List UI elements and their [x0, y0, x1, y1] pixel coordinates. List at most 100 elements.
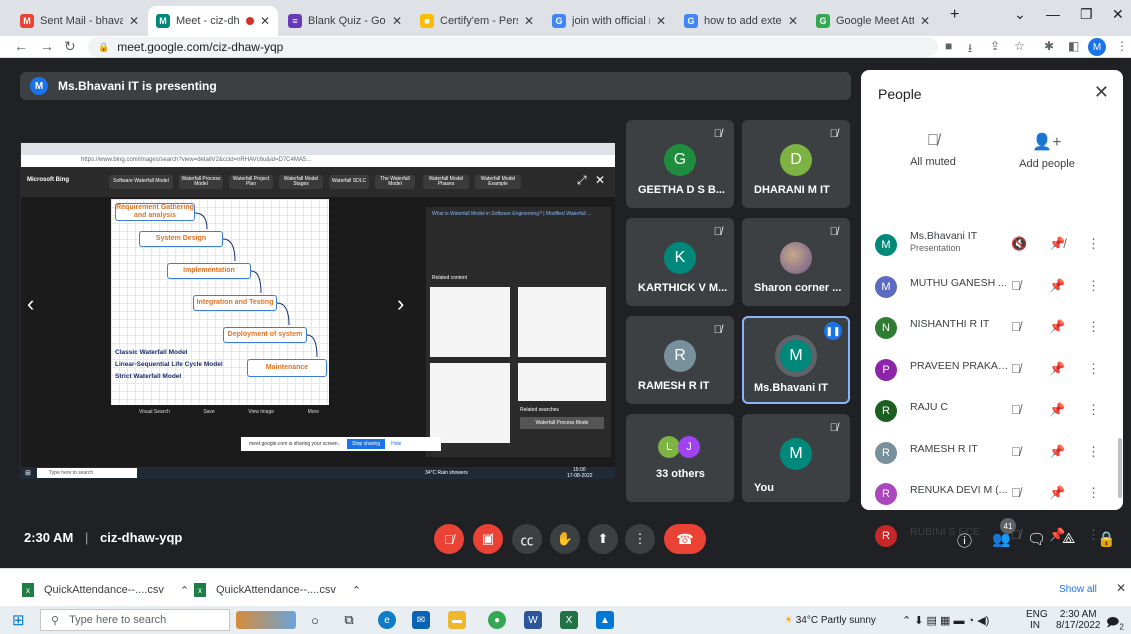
present-button[interactable]: ⬆ [588, 524, 618, 554]
participant-tile[interactable]: 🎙̸ G GEETHA D S B... [626, 120, 734, 208]
all-muted-button[interactable]: 🎙̸ All muted [888, 132, 978, 168]
shared-screen[interactable]: https://www.bing.com/images/search?view=… [20, 142, 615, 479]
taskbar-clock[interactable]: 2:30 AM 8/17/2022 [1056, 609, 1101, 631]
tab-join-official-mail[interactable]: G join with official mail ✕ [544, 6, 674, 36]
download-icon[interactable]: ⭳ [968, 39, 972, 60]
people-list-row[interactable]: P PRAVEEN PRAKAS... 🎙̸ 📌 ⋮ [861, 351, 1123, 392]
more-options-icon[interactable]: ⋮ [1087, 278, 1100, 294]
share-icon[interactable]: ⇪ [990, 39, 1000, 53]
previous-slide-icon[interactable]: ‹ [27, 291, 34, 317]
camera-toggle-button[interactable]: ▣̸ [473, 524, 503, 554]
extensions-icon[interactable]: ✱ [1044, 39, 1054, 53]
camera-indicator-icon[interactable]: ■ [945, 39, 952, 53]
tab-certifyem[interactable]: ■ Certify'em - Personal ✕ [412, 6, 542, 36]
chat-icon[interactable]: 🗨 [1027, 530, 1046, 548]
close-icon[interactable]: ✕ [788, 14, 798, 28]
next-slide-icon[interactable]: › [397, 291, 404, 317]
pin-icon[interactable]: 📌̸ [1049, 236, 1065, 252]
word-icon[interactable]: W [524, 611, 542, 629]
pin-icon[interactable]: 📌 [1049, 444, 1065, 460]
chevron-up-icon[interactable]: ⌃ [352, 584, 361, 597]
people-list-row[interactable]: R RENUKA DEVI M (... 🎙̸ 📌 ⋮ [861, 475, 1123, 516]
minimize-icon[interactable]: — [1046, 6, 1060, 22]
chrome-icon[interactable]: ● [488, 611, 506, 629]
mail-icon[interactable]: ✉ [412, 611, 430, 629]
people-list-row[interactable]: M MUTHU GANESH ... 🎙̸ 📌 ⋮ [861, 268, 1123, 309]
close-icon[interactable]: ✕ [1094, 82, 1109, 103]
tab-search-chevron-icon[interactable]: ⌄ [1014, 6, 1026, 23]
pin-icon[interactable]: 📌 [1049, 278, 1065, 294]
meeting-info-icon[interactable]: ⓘ [957, 530, 972, 551]
edge-icon[interactable]: e [378, 611, 396, 629]
close-icon[interactable]: ✕ [920, 14, 930, 28]
add-people-button[interactable]: 👤+ Add people [1002, 132, 1092, 170]
new-tab-button[interactable]: + [950, 6, 959, 24]
people-list-row[interactable]: M Ms.Bhavani IT Presentation 🔇 📌̸ ⋮ [861, 226, 1123, 267]
others-tile[interactable]: L J 33 others [626, 414, 734, 502]
more-options-icon[interactable]: ⋮ [1087, 485, 1100, 501]
more-options-button[interactable]: ⋮ [625, 524, 655, 554]
file-explorer-icon[interactable]: ▬ [448, 611, 466, 629]
tab-blank-quiz[interactable]: ≡ Blank Quiz - Google F ✕ [280, 6, 410, 36]
mic-off-icon[interactable]: 🎙̸ [1011, 485, 1021, 500]
end-call-button[interactable]: ☎ [664, 524, 706, 554]
more-options-icon[interactable]: ⋮ [1087, 319, 1100, 335]
raise-hand-button[interactable]: ✋ [550, 524, 580, 554]
taskbar-weather[interactable]: ☀ 34°C Partly sunny [784, 615, 876, 626]
people-scrollbar[interactable] [1118, 438, 1122, 498]
pin-icon[interactable]: 📌 [1049, 319, 1065, 335]
forward-arrow-icon[interactable]: → [40, 38, 54, 54]
windows-start-icon[interactable]: ⊞ [12, 611, 25, 629]
people-list-row[interactable]: R RAJU C 🎙̸ 📌 ⋮ [861, 392, 1123, 433]
mic-toggle-button[interactable]: 🎙̸ [434, 524, 464, 554]
host-controls-icon[interactable]: 🔒 [1097, 530, 1116, 548]
mic-off-icon[interactable]: 🎙̸ [1011, 278, 1021, 293]
mic-off-icon[interactable]: 🎙̸ [1011, 444, 1021, 459]
more-options-icon[interactable]: ⋮ [1087, 402, 1100, 418]
more-options-icon[interactable]: ⋮ [1087, 444, 1100, 460]
back-arrow-icon[interactable]: ← [14, 38, 28, 54]
tab-add-extension[interactable]: G how to add extension ✕ [676, 6, 806, 36]
photos-icon[interactable]: ▲ [596, 611, 614, 629]
more-options-icon[interactable]: ⋮ [1087, 236, 1100, 252]
more-options-icon[interactable]: ⋮ [1087, 361, 1100, 377]
download-item[interactable]: x QuickAttendance--....csv ⌃ [194, 583, 361, 597]
tab-meet-attendance[interactable]: G Google Meet Attenda ✕ [808, 6, 938, 36]
mic-off-icon[interactable]: 🎙̸ [1011, 319, 1021, 334]
participant-tile[interactable]: 🎙̸ D DHARANI M IT [742, 120, 850, 208]
close-icon[interactable]: ✕ [129, 14, 139, 28]
reload-icon[interactable]: ↻ [64, 38, 76, 55]
participant-tile[interactable]: 🎙̸ K KARTHICK V M... [626, 218, 734, 306]
cortana-icon[interactable]: ○ [306, 611, 324, 629]
pin-icon[interactable]: 📌 [1049, 485, 1065, 501]
download-item[interactable]: x QuickAttendance--....csv ⌃ [22, 583, 189, 597]
notification-icon[interactable]: 🗩2 [1106, 613, 1124, 634]
people-list-row[interactable]: N NISHANTHI R IT 🎙̸ 📌 ⋮ [861, 309, 1123, 350]
tray-icons[interactable]: ⌃ ⬇ ▤ ▦ ▬ ◔ ◀) [902, 614, 989, 627]
pin-icon[interactable]: 📌 [1049, 402, 1065, 418]
side-panel-icon[interactable]: ◧ [1068, 39, 1079, 53]
excel-icon[interactable]: X [560, 611, 578, 629]
self-tile[interactable]: 🎙̸ M You [742, 414, 850, 502]
language-indicator[interactable]: ENG IN [1026, 609, 1048, 631]
chevron-up-icon[interactable]: ⌃ [180, 584, 189, 597]
address-bar[interactable]: 🔒 meet.google.com/ciz-dhaw-yqp [88, 37, 938, 57]
menu-kebab-icon[interactable]: ⋮ [1116, 39, 1128, 53]
window-close-icon[interactable]: ✕ [1112, 6, 1124, 23]
bookmark-star-icon[interactable]: ☆ [1014, 39, 1025, 53]
maximize-icon[interactable]: ❐ [1080, 6, 1093, 23]
close-icon[interactable]: ✕ [392, 14, 402, 28]
activities-icon[interactable]: ⟁ [1062, 530, 1075, 547]
profile-avatar[interactable]: M [1088, 38, 1106, 56]
tab-sent-mail[interactable]: M Sent Mail - bhavani@ ✕ [12, 6, 147, 36]
captions-button[interactable]: ㏄ [512, 524, 542, 554]
search-highlight-icon[interactable] [236, 611, 296, 629]
show-all-button[interactable]: Show all [1055, 581, 1101, 597]
close-icon[interactable]: ✕ [1116, 581, 1126, 595]
pin-icon[interactable]: 📌 [1049, 361, 1065, 377]
people-list-row[interactable]: R RAMESH R IT 🎙̸ 📌 ⋮ [861, 434, 1123, 475]
participant-tile[interactable]: 🎙̸ Sharon corner ... [742, 218, 850, 306]
mic-off-icon[interactable]: 🎙̸ [1011, 402, 1021, 417]
mic-off-icon[interactable]: 🎙̸ [1011, 361, 1021, 376]
participant-tile[interactable]: 🎙̸ R RAMESH R IT [626, 316, 734, 404]
